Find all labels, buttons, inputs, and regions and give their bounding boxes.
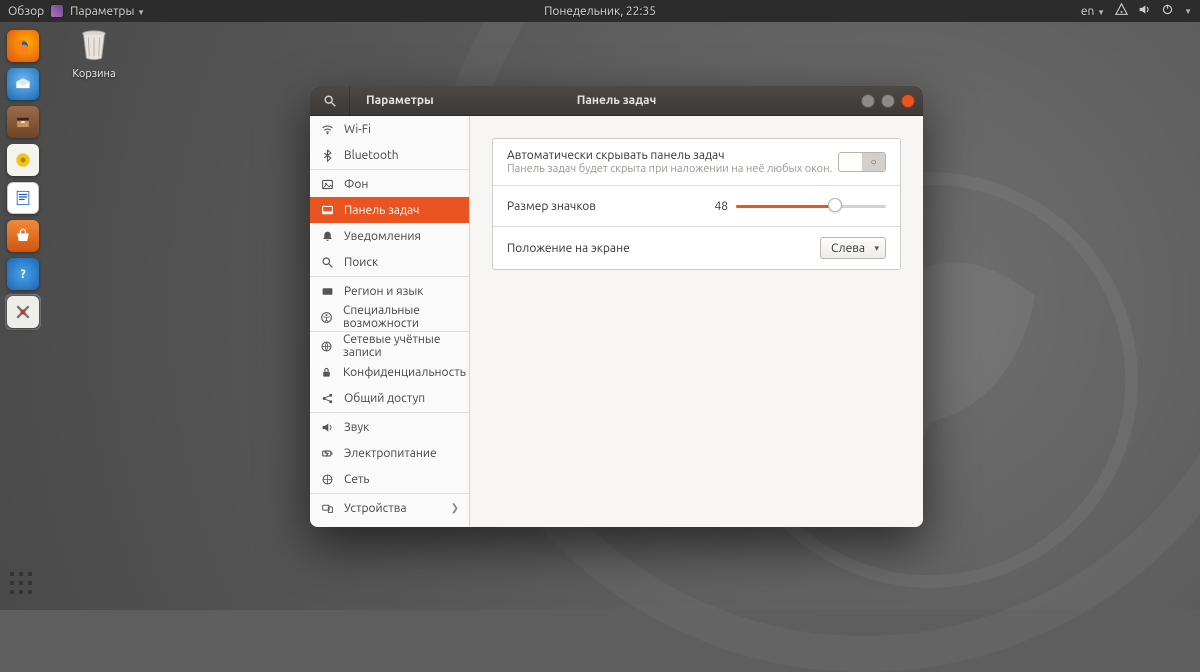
search-icon — [320, 256, 334, 269]
sidebar-item-accessibility[interactable]: Специальные возможности — [310, 304, 469, 330]
sidebar-item-label: Электропитание — [344, 447, 437, 460]
background-icon — [320, 178, 334, 191]
sharing-icon — [320, 392, 334, 405]
sidebar-item-search[interactable]: Поиск — [310, 249, 469, 275]
power-icon[interactable] — [1161, 3, 1174, 19]
app-menu-icon — [50, 4, 64, 18]
bluetooth-icon — [320, 149, 334, 162]
chevron-right-icon: ❯ — [451, 502, 459, 514]
sidebar-item-privacy[interactable]: Конфиденциальность — [310, 359, 469, 385]
trash-label: Корзина — [62, 68, 126, 80]
settings-window: Параметры Панель задач Wi-Fi Bluetooth Ф… — [310, 86, 923, 527]
sidebar-item-label: Поиск — [344, 256, 378, 269]
keyboard-layout-indicator[interactable]: en ▼ — [1081, 5, 1105, 18]
dock-settings[interactable] — [5, 294, 41, 330]
clock[interactable]: Понедельник, 22:35 — [544, 5, 656, 18]
dock-files[interactable] — [5, 104, 41, 140]
dock-settings-panel: Автоматически скрывать панель задач Пане… — [492, 138, 901, 270]
autohide-label: Автоматически скрывать панель задач — [507, 149, 838, 162]
sidebar-item-sharing[interactable]: Общий доступ — [310, 385, 469, 411]
devices-icon — [320, 502, 334, 515]
sidebar-item-bluetooth[interactable]: Bluetooth — [310, 142, 469, 168]
sidebar-item-label: Сеть — [344, 473, 370, 486]
network-icon — [320, 473, 334, 486]
headerbar-sidebar-title: Параметры — [366, 94, 434, 107]
sidebar-item-wifi[interactable]: Wi-Fi — [310, 116, 469, 142]
position-dropdown[interactable]: Слева — [820, 237, 886, 259]
position-label: Положение на экране — [507, 242, 820, 255]
sidebar-item-power[interactable]: Электропитание — [310, 440, 469, 466]
autohide-switch[interactable]: ○ — [838, 152, 886, 172]
sidebar-item-label: Конфиденциальность — [343, 366, 466, 379]
svg-text:?: ? — [20, 268, 25, 281]
sidebar-item-region[interactable]: Регион и язык — [310, 278, 469, 304]
window-minimize-button[interactable] — [861, 94, 875, 108]
headerbar-content-title: Панель задач — [577, 94, 657, 107]
dock-software[interactable] — [5, 218, 41, 254]
gnome-top-bar: Обзор Параметры ▼ Понедельник, 22:35 en … — [0, 0, 1200, 22]
online-accounts-icon — [320, 340, 333, 353]
dock-icon — [320, 204, 334, 217]
iconsize-row: Размер значков 48 — [493, 186, 900, 227]
iconsize-value: 48 — [714, 200, 728, 213]
iconsize-label: Размер значков — [507, 200, 714, 213]
sound-icon — [320, 421, 334, 434]
region-icon — [320, 285, 334, 298]
sidebar-item-network[interactable]: Сеть — [310, 466, 469, 492]
window-headerbar[interactable]: Параметры Панель задач — [310, 86, 923, 116]
autohide-description: Панель задач будет скрыта при наложении … — [507, 163, 838, 175]
sidebar-item-label: Общий доступ — [344, 392, 425, 405]
autohide-row: Автоматически скрывать панель задач Пане… — [493, 139, 900, 186]
app-menu-button[interactable]: Параметры ▼ — [70, 5, 145, 18]
sidebar-item-label: Bluetooth — [344, 149, 399, 162]
headerbar-search-button[interactable] — [310, 86, 350, 116]
window-close-button[interactable] — [901, 94, 915, 108]
activities-button[interactable]: Обзор — [8, 5, 44, 18]
sidebar-item-label: Уведомления — [344, 230, 421, 243]
volume-icon[interactable] — [1138, 3, 1151, 19]
dock-help[interactable]: ? — [5, 256, 41, 292]
sidebar-item-notifications[interactable]: Уведомления — [310, 223, 469, 249]
desktop-trash[interactable]: Корзина — [62, 28, 126, 80]
settings-sidebar: Wi-Fi Bluetooth Фон Панель задач Уведомл… — [310, 116, 470, 527]
show-applications-button[interactable] — [8, 570, 38, 600]
power-icon — [320, 447, 334, 460]
dock-panel: ? — [0, 22, 46, 610]
dock-thunderbird[interactable] — [5, 66, 41, 102]
sidebar-item-label: Фон — [344, 178, 368, 191]
system-menu-chevron[interactable]: ▼ — [1184, 7, 1192, 16]
bell-icon — [320, 230, 334, 243]
dock-firefox[interactable] — [5, 28, 41, 64]
dock-rhythmbox[interactable] — [5, 142, 41, 178]
sidebar-item-label: Панель задач — [344, 204, 419, 217]
lock-icon — [320, 366, 333, 379]
sidebar-item-label: Регион и язык — [344, 285, 423, 298]
settings-content: Автоматически скрывать панель задач Пане… — [470, 116, 923, 527]
dock-writer[interactable] — [5, 180, 41, 216]
window-maximize-button[interactable] — [881, 94, 895, 108]
iconsize-slider[interactable] — [736, 196, 886, 216]
sidebar-item-label: Звук — [344, 421, 369, 434]
sidebar-item-online-accounts[interactable]: Сетевые учётные записи — [310, 333, 469, 359]
sidebar-item-background[interactable]: Фон — [310, 171, 469, 197]
accessibility-icon — [320, 311, 333, 324]
sidebar-item-dock[interactable]: Панель задач — [310, 197, 469, 223]
sidebar-item-label: Специальные возможности — [343, 304, 459, 330]
network-icon[interactable] — [1115, 3, 1128, 19]
sidebar-item-sound[interactable]: Звук — [310, 414, 469, 440]
sidebar-item-about[interactable]: Сведения о системе ❯ — [310, 521, 469, 527]
position-row: Положение на экране Слева — [493, 227, 900, 269]
sidebar-item-label: Сетевые учётные записи — [343, 333, 459, 359]
wifi-icon — [320, 123, 334, 136]
sidebar-item-label: Устройства — [344, 502, 407, 515]
sidebar-item-label: Wi-Fi — [344, 123, 371, 136]
sidebar-item-devices[interactable]: Устройства ❯ — [310, 495, 469, 521]
